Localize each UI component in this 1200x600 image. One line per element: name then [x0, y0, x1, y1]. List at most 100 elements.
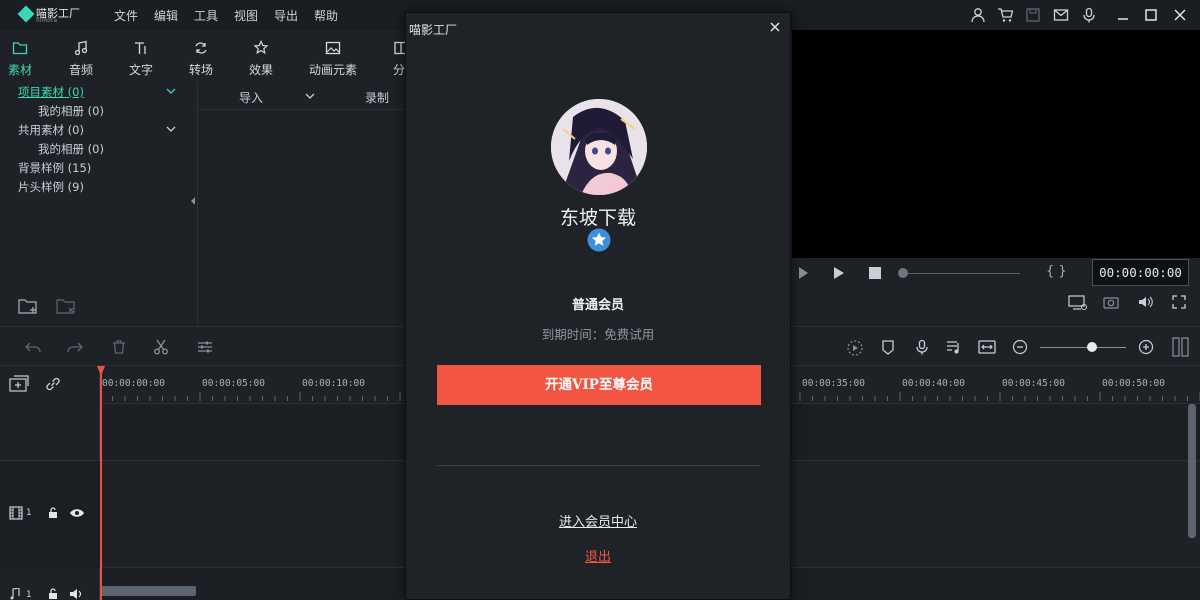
logo-mark — [17, 5, 35, 23]
text-icon — [133, 40, 149, 56]
logout-link[interactable]: 退出 — [406, 546, 790, 565]
effects-icon — [253, 40, 269, 56]
account-dialog: 喵影工厂 东坡下载 普通会员 到期时间：免费试用 开通VIP至尊会员 进入会员中… — [405, 12, 791, 600]
adjust-icon[interactable] — [197, 339, 213, 355]
add-track-icon[interactable] — [9, 375, 29, 393]
panel-toggle-icon[interactable] — [1172, 337, 1189, 357]
add-folder-icon[interactable] — [18, 297, 38, 315]
tab-label: 音频 — [68, 63, 93, 77]
redo-icon[interactable] — [67, 339, 83, 355]
cut-icon[interactable] — [153, 339, 169, 355]
ruler-tick-label: 00:00:00:00 — [102, 378, 165, 389]
member-center-link[interactable]: 进入会员中心 — [406, 511, 790, 530]
tab-transition[interactable]: 转场 — [173, 38, 229, 78]
tree-item-intros[interactable]: 片头样例 (9) — [0, 179, 196, 198]
volume-icon[interactable] — [1138, 295, 1154, 309]
track-headers: 1 1 — [0, 366, 100, 600]
tab-label: 动画元素 — [308, 63, 357, 77]
lock-icon[interactable] — [47, 507, 59, 519]
save-icon[interactable] — [1025, 7, 1041, 23]
cart-icon[interactable] — [997, 7, 1013, 23]
zoom-in-icon[interactable] — [1138, 339, 1154, 355]
ruler-tick-label: 00:00:45:00 — [1002, 378, 1065, 389]
divider — [437, 465, 761, 466]
audio-mixer-icon[interactable] — [946, 339, 962, 355]
tree-item-album[interactable]: 我的相册 (0) — [0, 103, 196, 122]
fit-timeline-icon[interactable] — [978, 339, 996, 355]
tree-item-label: 片头样例 (9) — [18, 180, 84, 194]
zoom-slider-handle[interactable] — [1087, 342, 1097, 352]
marker-icon[interactable] — [880, 339, 896, 355]
menu-export[interactable]: 导出 — [274, 7, 298, 24]
delete-icon[interactable] — [111, 339, 127, 355]
fullscreen-icon[interactable] — [1172, 295, 1186, 309]
upgrade-vip-button[interactable]: 开通VIP至尊会员 — [437, 365, 761, 405]
play-icon[interactable] — [833, 266, 845, 280]
member-badge-icon — [587, 228, 611, 252]
render-icon[interactable] — [846, 339, 863, 356]
tab-media[interactable]: 素材 — [0, 38, 48, 78]
voiceover-icon[interactable] — [914, 339, 930, 355]
speaker-icon[interactable] — [69, 588, 85, 600]
menu-help[interactable]: 帮助 — [314, 7, 338, 24]
playhead-line[interactable] — [100, 366, 102, 600]
record-button[interactable]: 录制 — [365, 89, 389, 106]
timecode-display: 00:00:00:00 — [1092, 259, 1189, 286]
menu-tools[interactable]: 工具 — [194, 7, 218, 24]
lock-icon[interactable] — [47, 588, 59, 600]
music-icon — [73, 40, 89, 56]
zoom-slider[interactable] — [1040, 347, 1126, 348]
snapshot-icon[interactable] — [1103, 295, 1119, 309]
delete-folder-icon[interactable] — [56, 297, 76, 315]
stop-icon[interactable] — [869, 267, 881, 279]
zoom-out-icon[interactable] — [1012, 339, 1028, 355]
close-icon[interactable] — [769, 21, 781, 33]
ruler-tick-label: 00:00:10:00 — [302, 378, 365, 389]
display-settings-icon[interactable] — [1068, 295, 1088, 311]
ruler-tick-label: 00:00:50:00 — [1102, 378, 1165, 389]
playhead-handle[interactable] — [97, 366, 105, 376]
tree-item-shared[interactable]: 共用素材 (0) — [0, 122, 196, 141]
menu-file[interactable]: 文件 — [114, 7, 138, 24]
tab-label: 素材 — [7, 63, 32, 77]
tree-item-backgrounds[interactable]: 背景样例 (15) — [0, 160, 196, 179]
collapse-arrow-icon[interactable] — [190, 196, 196, 206]
expire-text: 到期时间：免费试用 — [541, 327, 655, 342]
download-icon[interactable] — [1081, 7, 1097, 23]
chevron-down-icon[interactable] — [166, 124, 176, 134]
tree-item-project[interactable]: 项目素材 (0) — [0, 84, 196, 103]
video-track-number: 1 — [26, 508, 32, 518]
undo-icon[interactable] — [25, 339, 41, 355]
tree-item-label: 项目素材 (0) — [18, 85, 84, 99]
audio-track-number: 1 — [26, 590, 32, 600]
eye-icon[interactable] — [69, 507, 85, 519]
chevron-down-icon[interactable] — [166, 86, 176, 96]
playback-progress[interactable] — [900, 273, 1020, 274]
user-icon[interactable] — [970, 7, 986, 23]
minimize-icon[interactable] — [1115, 7, 1131, 23]
maximize-icon[interactable] — [1143, 7, 1159, 23]
vertical-scrollbar[interactable] — [1188, 404, 1196, 538]
step-back-icon[interactable] — [796, 266, 808, 280]
tab-audio[interactable]: 音频 — [53, 38, 109, 78]
playback-handle[interactable] — [898, 268, 908, 278]
horizontal-scrollbar[interactable] — [100, 586, 196, 596]
tab-elements[interactable]: 动画元素 — [293, 38, 373, 78]
ruler-tick-label: 00:00:05:00 — [202, 378, 265, 389]
mail-icon[interactable] — [1053, 7, 1069, 23]
tab-effects[interactable]: 效果 — [233, 38, 289, 78]
tab-text[interactable]: 文字 — [113, 38, 169, 78]
menu-view[interactable]: 视图 — [234, 7, 258, 24]
dialog-title: 喵影工厂 — [409, 23, 458, 37]
tree-item-label: 我的相册 (0) — [38, 142, 104, 156]
mark-brackets[interactable]: { } — [1046, 264, 1067, 279]
tree-item-album[interactable]: 我的相册 (0) — [0, 141, 196, 160]
chevron-down-icon[interactable] — [305, 91, 315, 101]
member-level: 普通会员 — [571, 298, 624, 313]
avatar — [551, 99, 647, 195]
menu-edit[interactable]: 编辑 — [154, 7, 178, 24]
username: 东坡下载 — [559, 207, 636, 229]
link-icon[interactable] — [44, 375, 62, 393]
import-button[interactable]: 导入 — [239, 89, 263, 106]
close-icon[interactable] — [1172, 7, 1188, 23]
